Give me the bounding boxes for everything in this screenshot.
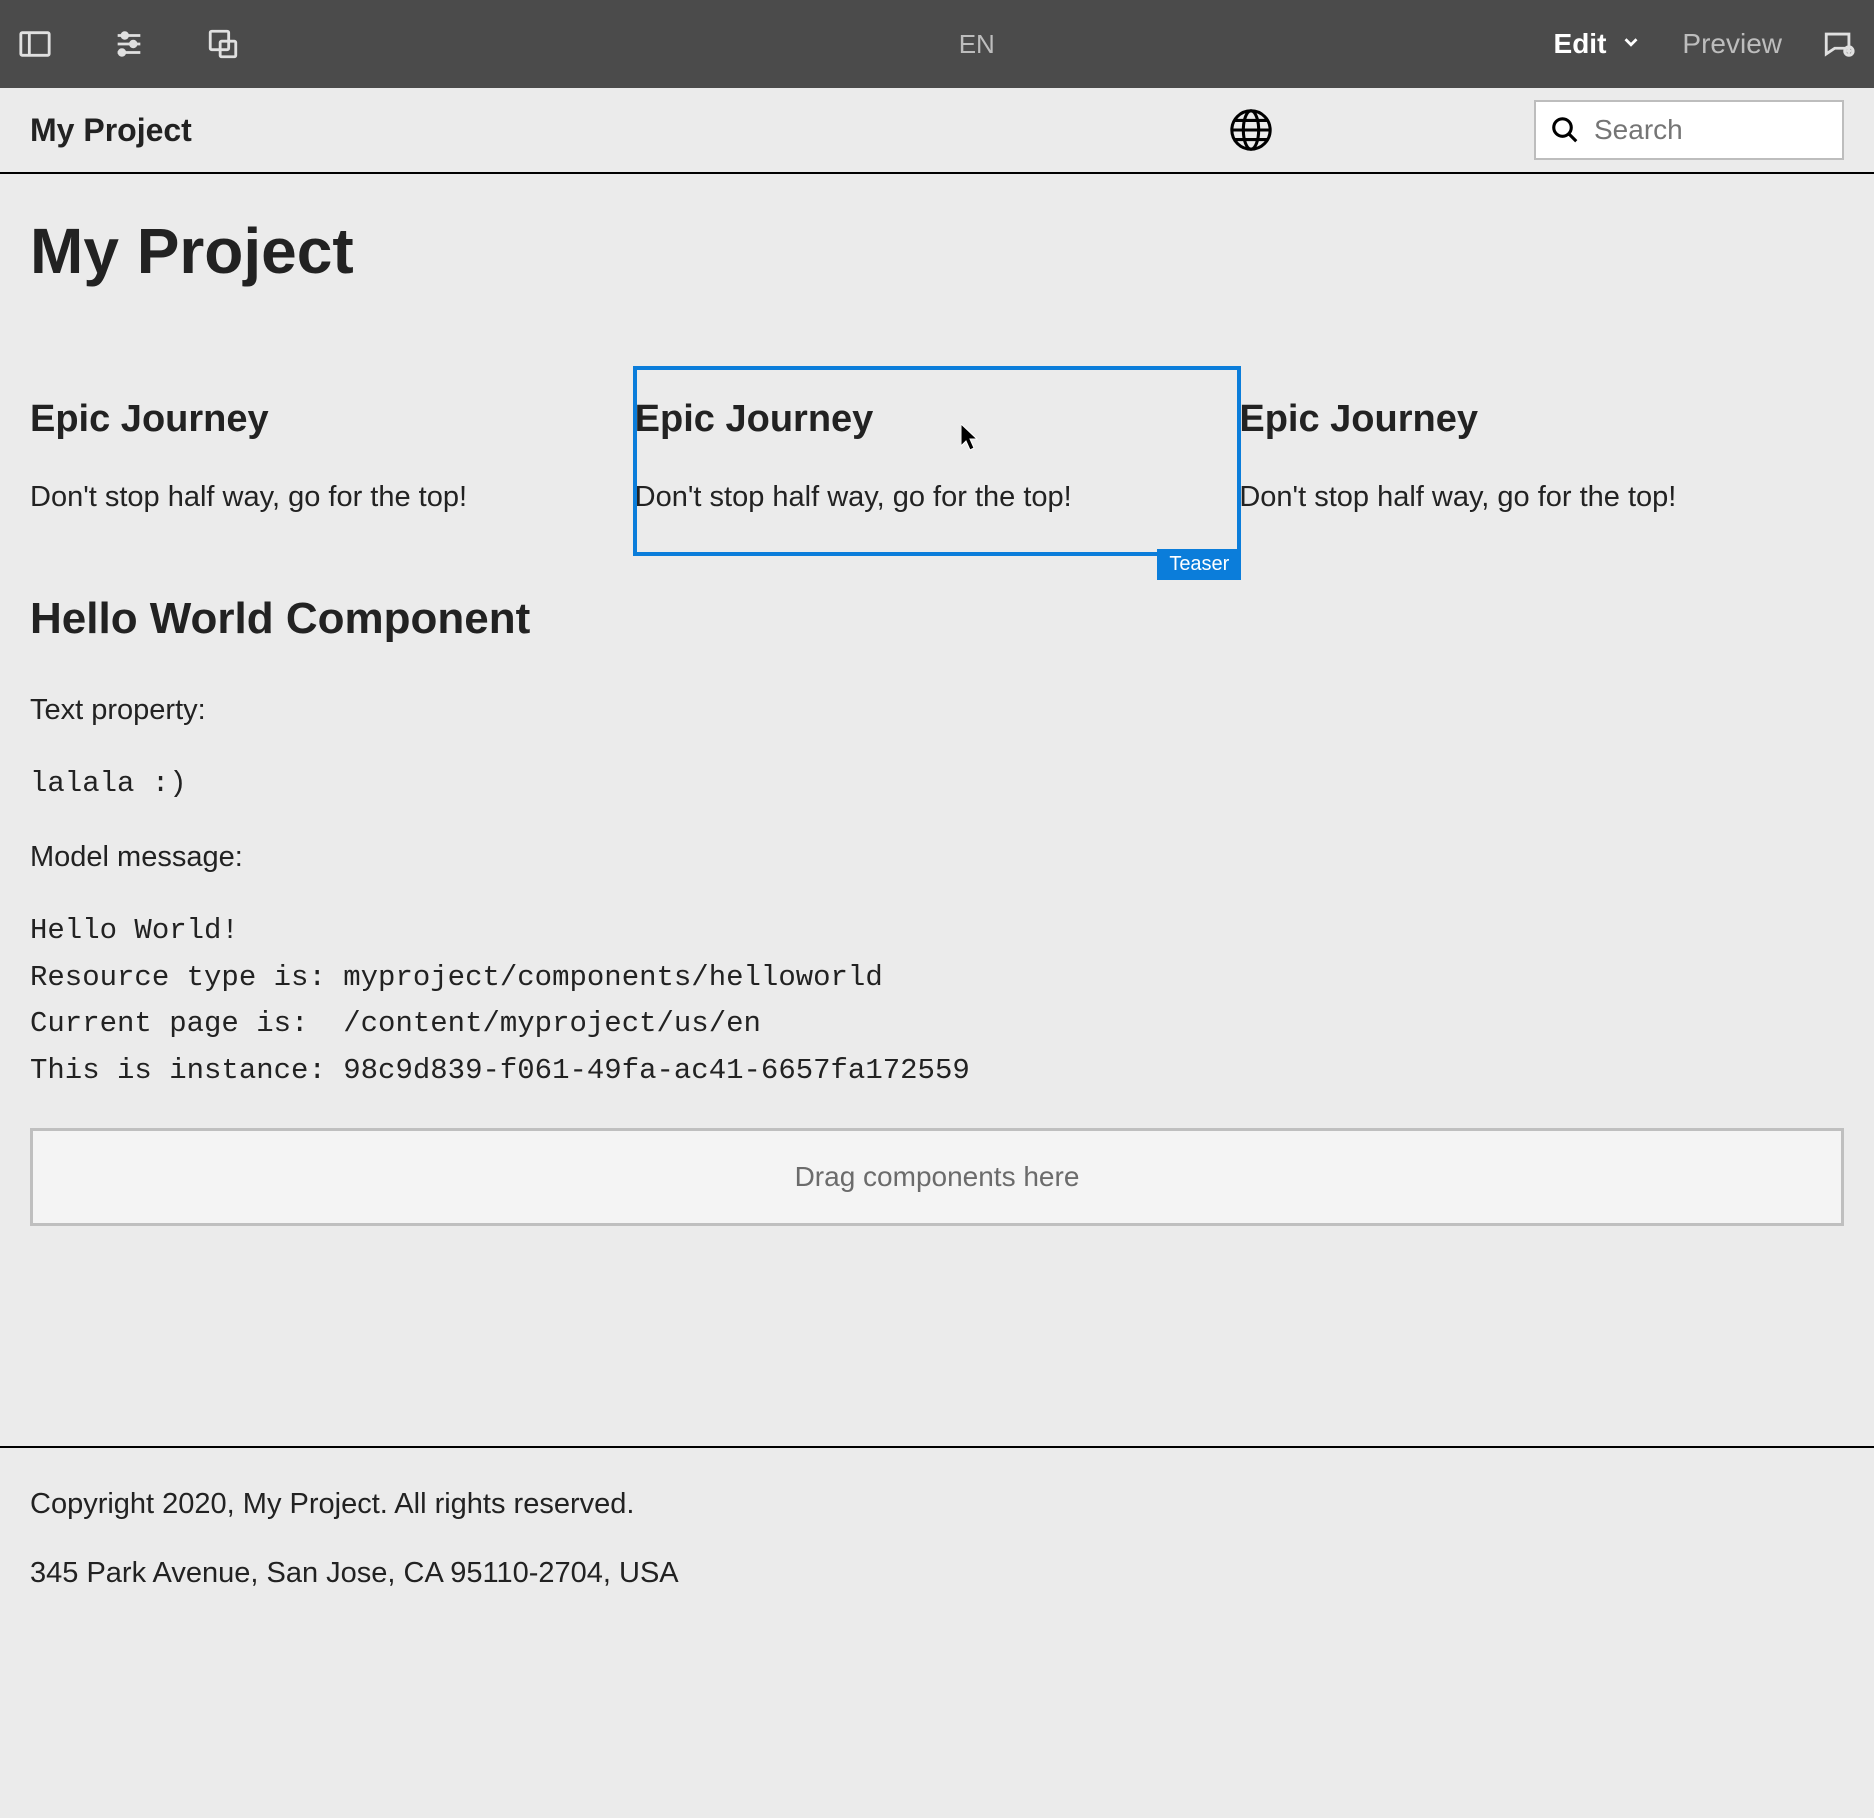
model-message-label: Model message: xyxy=(30,841,1844,874)
model-message-value: Hello World! Resource type is: myproject… xyxy=(30,908,1844,1094)
search-input[interactable] xyxy=(1594,114,1874,146)
emulator-icon[interactable] xyxy=(206,27,240,61)
hello-world-component[interactable]: Hello World Component Text property: lal… xyxy=(30,594,1844,1094)
text-property-label: Text property: xyxy=(30,694,1844,727)
chevron-down-icon xyxy=(1620,28,1642,60)
site-header: My Project xyxy=(0,88,1874,174)
teaser-component[interactable]: Epic Journey Don't stop half way, go for… xyxy=(30,368,635,554)
footer-address: 345 Park Avenue, San Jose, CA 95110-2704… xyxy=(30,1557,1844,1590)
page-title: My Project xyxy=(30,214,1844,288)
globe-icon[interactable] xyxy=(1228,107,1274,153)
dropzone-label: Drag components here xyxy=(795,1161,1080,1193)
edit-label: Edit xyxy=(1554,28,1607,60)
site-header-title: My Project xyxy=(30,112,192,149)
hello-heading: Hello World Component xyxy=(30,594,1844,644)
footer-copyright: Copyright 2020, My Project. All rights r… xyxy=(30,1488,1844,1521)
toolbar-left-group xyxy=(18,27,240,61)
app-toolbar: EN Edit Preview xyxy=(0,0,1874,88)
toolbar-right-group: Edit Preview xyxy=(1554,27,1856,61)
mode-preview[interactable]: Preview xyxy=(1682,28,1782,60)
annotate-icon[interactable] xyxy=(1822,27,1856,61)
mode-switch-edit[interactable]: Edit xyxy=(1554,28,1643,60)
component-dropzone[interactable]: Drag components here xyxy=(30,1128,1844,1226)
component-type-badge: Teaser xyxy=(1157,549,1241,580)
text-property-value: lalala :) xyxy=(30,761,1844,807)
page-content: My Project Epic Journey Don't stop half … xyxy=(0,174,1874,1226)
teaser-component[interactable]: Epic Journey Don't stop half way, go for… xyxy=(1239,368,1844,554)
teaser-text: Don't stop half way, go for the top! xyxy=(635,481,1240,514)
teaser-title: Epic Journey xyxy=(30,398,635,441)
side-panel-toggle-icon[interactable] xyxy=(18,27,52,61)
teaser-component-selected[interactable]: Epic Journey Don't stop half way, go for… xyxy=(635,368,1240,554)
lang-indicator[interactable]: EN xyxy=(799,29,995,59)
teaser-title: Epic Journey xyxy=(1239,398,1844,441)
teaser-text: Don't stop half way, go for the top! xyxy=(1239,481,1844,514)
teaser-title: Epic Journey xyxy=(635,398,1240,441)
site-footer: Copyright 2020, My Project. All rights r… xyxy=(0,1448,1874,1686)
preview-label: Preview xyxy=(1682,28,1782,59)
search-box[interactable] xyxy=(1534,100,1844,160)
search-icon xyxy=(1550,115,1580,145)
toolbar-lang[interactable]: EN xyxy=(240,29,1554,60)
teaser-row: Epic Journey Don't stop half way, go for… xyxy=(30,368,1844,554)
teaser-text: Don't stop half way, go for the top! xyxy=(30,481,635,514)
page-properties-icon[interactable] xyxy=(112,27,146,61)
